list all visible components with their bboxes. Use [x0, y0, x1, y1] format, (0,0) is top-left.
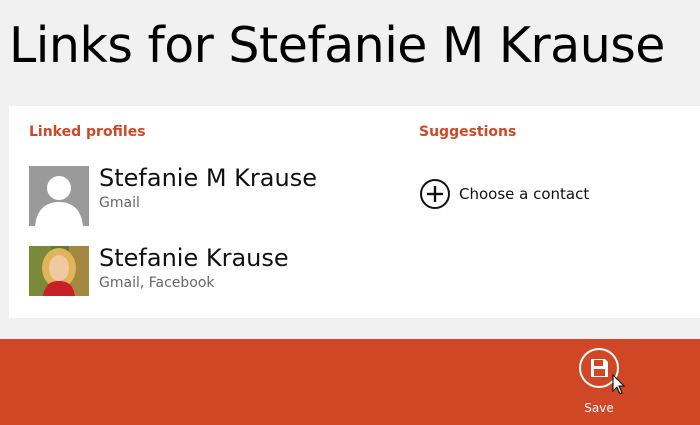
- plus-circle-icon: [419, 178, 451, 210]
- linked-profile-item[interactable]: Stefanie Krause Gmail, Facebook: [29, 244, 389, 306]
- linked-profile-source: Gmail, Facebook: [99, 275, 215, 291]
- suggestions-heading: Suggestions: [419, 124, 517, 140]
- page-title: Links for Stefanie M Krause: [9, 17, 665, 74]
- profile-photo: [29, 246, 89, 306]
- links-panel: Linked profiles Stefanie M Krause Gmail …: [9, 106, 700, 318]
- linked-profile-name: Stefanie Krause: [99, 244, 289, 272]
- choose-contact-button[interactable]: Choose a contact: [419, 178, 639, 210]
- default-person-icon: [29, 166, 89, 226]
- linked-profile-name: Stefanie M Krause: [99, 164, 317, 192]
- save-label: Save: [584, 401, 614, 415]
- linked-profile-item[interactable]: Stefanie M Krause Gmail: [29, 164, 389, 226]
- mouse-pointer-icon: [612, 374, 626, 395]
- app-bar: Save: [0, 339, 700, 425]
- linked-profile-source: Gmail: [99, 195, 140, 211]
- choose-contact-label: Choose a contact: [459, 185, 590, 203]
- linked-profiles-heading: Linked profiles: [29, 124, 146, 140]
